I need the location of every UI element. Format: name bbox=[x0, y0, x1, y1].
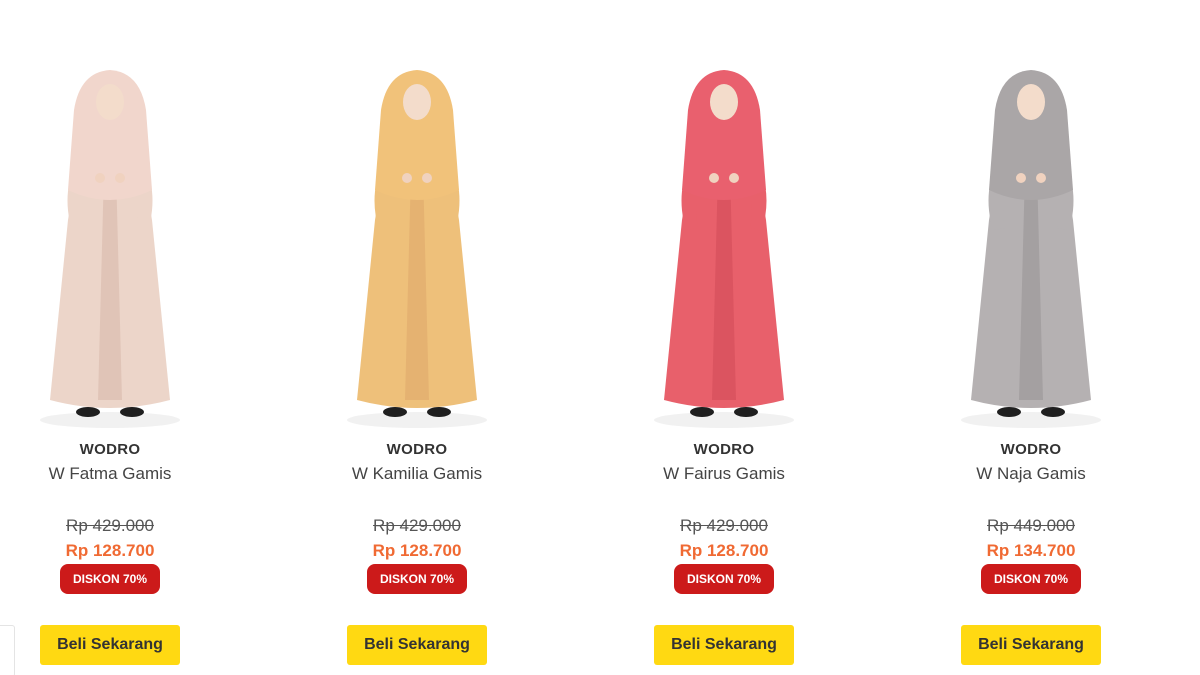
shoe bbox=[690, 407, 714, 417]
face bbox=[403, 84, 431, 120]
product-brand: WODRO bbox=[693, 441, 755, 458]
product-listing-page: WODRO W Fatma Gamis Rp 429.000 Rp 128.70… bbox=[0, 0, 1200, 675]
model-illustration bbox=[654, 70, 794, 428]
shoe bbox=[1041, 407, 1065, 417]
face bbox=[1017, 84, 1045, 120]
face bbox=[710, 84, 738, 120]
product-card[interactable]: WODRO W Kamilia Gamis Rp 429.000 Rp 128.… bbox=[297, 0, 537, 675]
product-card[interactable]: WODRO W Fatma Gamis Rp 429.000 Rp 128.70… bbox=[0, 0, 230, 675]
hand bbox=[1016, 173, 1026, 183]
floor-shadow bbox=[961, 412, 1101, 428]
discount-badge: DISKON 70% bbox=[367, 564, 467, 594]
original-price: Rp 429.000 bbox=[680, 516, 768, 535]
hand bbox=[402, 173, 412, 183]
buy-now-button[interactable]: Beli Sekarang bbox=[40, 625, 180, 665]
original-price: Rp 449.000 bbox=[987, 516, 1075, 535]
product-brand: WODRO bbox=[1000, 441, 1062, 458]
product-card[interactable]: WODRO W Fairus Gamis Rp 429.000 Rp 128.7… bbox=[604, 0, 844, 675]
floor-shadow bbox=[347, 412, 487, 428]
hand bbox=[95, 173, 105, 183]
shoe bbox=[427, 407, 451, 417]
shoe bbox=[997, 407, 1021, 417]
side-scroll-tab[interactable] bbox=[0, 625, 15, 675]
discount-badge: DISKON 70% bbox=[60, 564, 160, 594]
product-brand: WODRO bbox=[79, 441, 141, 458]
buy-now-button[interactable]: Beli Sekarang bbox=[654, 625, 794, 665]
product-image[interactable] bbox=[931, 60, 1131, 438]
product-name[interactable]: W Kamilia Gamis bbox=[297, 464, 537, 484]
original-price: Rp 429.000 bbox=[66, 516, 154, 535]
face bbox=[96, 84, 124, 120]
original-price: Rp 429.000 bbox=[373, 516, 461, 535]
floor-shadow bbox=[40, 412, 180, 428]
shoe bbox=[383, 407, 407, 417]
product-card[interactable]: WODRO W Naja Gamis Rp 449.000 Rp 134.700… bbox=[911, 0, 1151, 675]
product-name[interactable]: W Naja Gamis bbox=[911, 464, 1151, 484]
hand bbox=[709, 173, 719, 183]
buy-now-button[interactable]: Beli Sekarang bbox=[347, 625, 487, 665]
shoe bbox=[120, 407, 144, 417]
hand bbox=[115, 173, 125, 183]
model-illustration bbox=[347, 70, 487, 428]
model-illustration bbox=[961, 70, 1101, 428]
hand bbox=[729, 173, 739, 183]
hand bbox=[422, 173, 432, 183]
product-image[interactable] bbox=[317, 60, 517, 438]
model-illustration bbox=[40, 70, 180, 428]
shoe bbox=[76, 407, 100, 417]
product-image[interactable] bbox=[10, 60, 210, 438]
discount-badge: DISKON 70% bbox=[981, 564, 1081, 594]
product-name[interactable]: W Fairus Gamis bbox=[604, 464, 844, 484]
hand bbox=[1036, 173, 1046, 183]
product-image[interactable] bbox=[624, 60, 824, 438]
sale-price: Rp 128.700 bbox=[372, 541, 462, 560]
sale-price: Rp 134.700 bbox=[986, 541, 1076, 560]
product-grid: WODRO W Fatma Gamis Rp 429.000 Rp 128.70… bbox=[0, 0, 1200, 675]
shoe bbox=[734, 407, 758, 417]
buy-now-button[interactable]: Beli Sekarang bbox=[961, 625, 1101, 665]
sale-price: Rp 128.700 bbox=[679, 541, 769, 560]
floor-shadow bbox=[654, 412, 794, 428]
discount-badge: DISKON 70% bbox=[674, 564, 774, 594]
product-name[interactable]: W Fatma Gamis bbox=[0, 464, 230, 484]
product-brand: WODRO bbox=[386, 441, 448, 458]
sale-price: Rp 128.700 bbox=[65, 541, 155, 560]
